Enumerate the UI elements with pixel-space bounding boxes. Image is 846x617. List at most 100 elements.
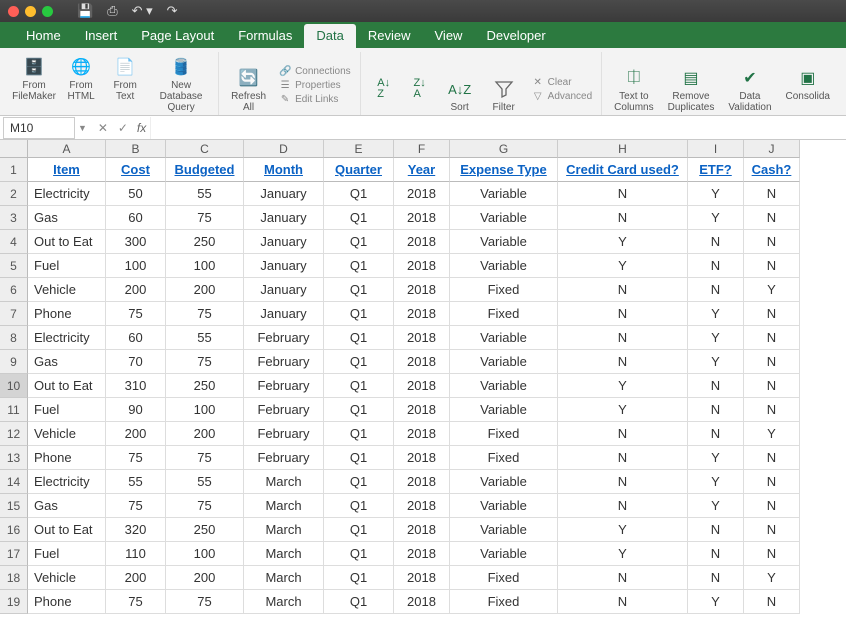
cell[interactable]: Y (688, 302, 744, 326)
cell[interactable]: 75 (166, 494, 244, 518)
cell-header[interactable]: Item (28, 158, 106, 182)
cell[interactable]: Q1 (324, 542, 394, 566)
cell[interactable]: Q1 (324, 326, 394, 350)
print-icon[interactable]: ⎙ (107, 3, 117, 19)
cell[interactable]: Gas (28, 206, 106, 230)
cell-header[interactable]: Month (244, 158, 324, 182)
column-header-C[interactable]: C (166, 140, 244, 158)
new-database-query-button[interactable]: 🛢️New Database Query (150, 54, 212, 115)
row-header[interactable]: 10 (0, 374, 28, 398)
cell[interactable]: Q1 (324, 206, 394, 230)
cell[interactable]: N (558, 278, 688, 302)
cell[interactable]: 200 (166, 422, 244, 446)
cell[interactable]: 90 (106, 398, 166, 422)
cell[interactable]: Y (688, 350, 744, 374)
fx-icon[interactable]: fx (137, 121, 146, 135)
cell[interactable]: Gas (28, 350, 106, 374)
column-header-G[interactable]: G (450, 140, 558, 158)
cell[interactable]: 2018 (394, 206, 450, 230)
select-all-corner[interactable] (0, 140, 28, 158)
cell-header[interactable]: Credit Card used? (558, 158, 688, 182)
cell[interactable]: N (558, 494, 688, 518)
cell[interactable]: N (688, 374, 744, 398)
cell[interactable]: Y (558, 230, 688, 254)
sort-asc-button[interactable]: A↓Z (369, 76, 399, 115)
sort-desc-button[interactable]: Z↓A (405, 76, 435, 115)
cell[interactable]: N (558, 182, 688, 206)
cell[interactable]: Phone (28, 590, 106, 614)
row-header[interactable]: 18 (0, 566, 28, 590)
data-validation-button[interactable]: ✔︎Data Validation (724, 65, 775, 115)
refresh-all-button[interactable]: 🔄Refresh All (227, 65, 270, 115)
cell[interactable]: Vehicle (28, 422, 106, 446)
consolidate-button[interactable]: ▣Consolida (782, 65, 834, 115)
cell[interactable]: N (688, 230, 744, 254)
row-header[interactable]: 12 (0, 422, 28, 446)
cell[interactable]: 100 (166, 254, 244, 278)
from-html-button[interactable]: 🌐From HTML (62, 54, 100, 115)
cell[interactable]: Out to Eat (28, 230, 106, 254)
row-header[interactable]: 19 (0, 590, 28, 614)
column-header-H[interactable]: H (558, 140, 688, 158)
cell[interactable]: Fuel (28, 542, 106, 566)
cell[interactable]: Variable (450, 374, 558, 398)
row-header[interactable]: 13 (0, 446, 28, 470)
tab-view[interactable]: View (423, 24, 475, 48)
cell[interactable]: Q1 (324, 230, 394, 254)
cell[interactable]: Out to Eat (28, 374, 106, 398)
cell[interactable]: Y (688, 494, 744, 518)
cell[interactable]: Phone (28, 302, 106, 326)
cell-header[interactable]: Expense Type (450, 158, 558, 182)
cell[interactable]: March (244, 518, 324, 542)
cell[interactable]: Vehicle (28, 566, 106, 590)
cell-header[interactable]: Year (394, 158, 450, 182)
cell[interactable]: February (244, 398, 324, 422)
cell[interactable]: Y (558, 374, 688, 398)
cell[interactable]: Q1 (324, 350, 394, 374)
cell[interactable]: 2018 (394, 446, 450, 470)
cell[interactable]: 200 (166, 566, 244, 590)
cell[interactable]: 320 (106, 518, 166, 542)
cell[interactable]: Fixed (450, 566, 558, 590)
cell-header[interactable]: Budgeted (166, 158, 244, 182)
cell[interactable]: 2018 (394, 254, 450, 278)
formula-input[interactable] (150, 117, 846, 139)
cell[interactable]: 100 (166, 542, 244, 566)
cell[interactable]: Fixed (450, 422, 558, 446)
cell[interactable]: N (688, 566, 744, 590)
row-header[interactable]: 17 (0, 542, 28, 566)
cell[interactable]: 200 (106, 422, 166, 446)
cell[interactable]: Q1 (324, 278, 394, 302)
cell[interactable]: Q1 (324, 470, 394, 494)
cell[interactable]: N (744, 590, 800, 614)
row-header[interactable]: 2 (0, 182, 28, 206)
cell[interactable]: Fixed (450, 302, 558, 326)
cell[interactable]: Variable (450, 230, 558, 254)
column-header-E[interactable]: E (324, 140, 394, 158)
column-header-D[interactable]: D (244, 140, 324, 158)
cell[interactable]: N (744, 302, 800, 326)
tab-data[interactable]: Data (304, 24, 355, 48)
cell[interactable]: 75 (166, 446, 244, 470)
cell[interactable]: N (558, 350, 688, 374)
cell[interactable]: Q1 (324, 374, 394, 398)
cell[interactable]: N (744, 398, 800, 422)
cell[interactable]: 100 (166, 398, 244, 422)
cell[interactable]: N (744, 446, 800, 470)
row-header[interactable]: 16 (0, 518, 28, 542)
cell[interactable]: January (244, 302, 324, 326)
cell[interactable]: Y (744, 422, 800, 446)
cell-header[interactable]: Cost (106, 158, 166, 182)
cell[interactable]: N (744, 542, 800, 566)
cell[interactable]: Variable (450, 206, 558, 230)
cell[interactable]: Y (744, 566, 800, 590)
cell[interactable]: N (744, 230, 800, 254)
filter-button[interactable]: Filter (485, 76, 523, 115)
cell[interactable]: Y (688, 326, 744, 350)
cell[interactable]: Phone (28, 446, 106, 470)
from-text-button[interactable]: 📄From Text (106, 54, 144, 115)
cell[interactable]: N (744, 254, 800, 278)
cell[interactable]: Variable (450, 398, 558, 422)
cell[interactable]: Q1 (324, 398, 394, 422)
cell[interactable]: February (244, 374, 324, 398)
